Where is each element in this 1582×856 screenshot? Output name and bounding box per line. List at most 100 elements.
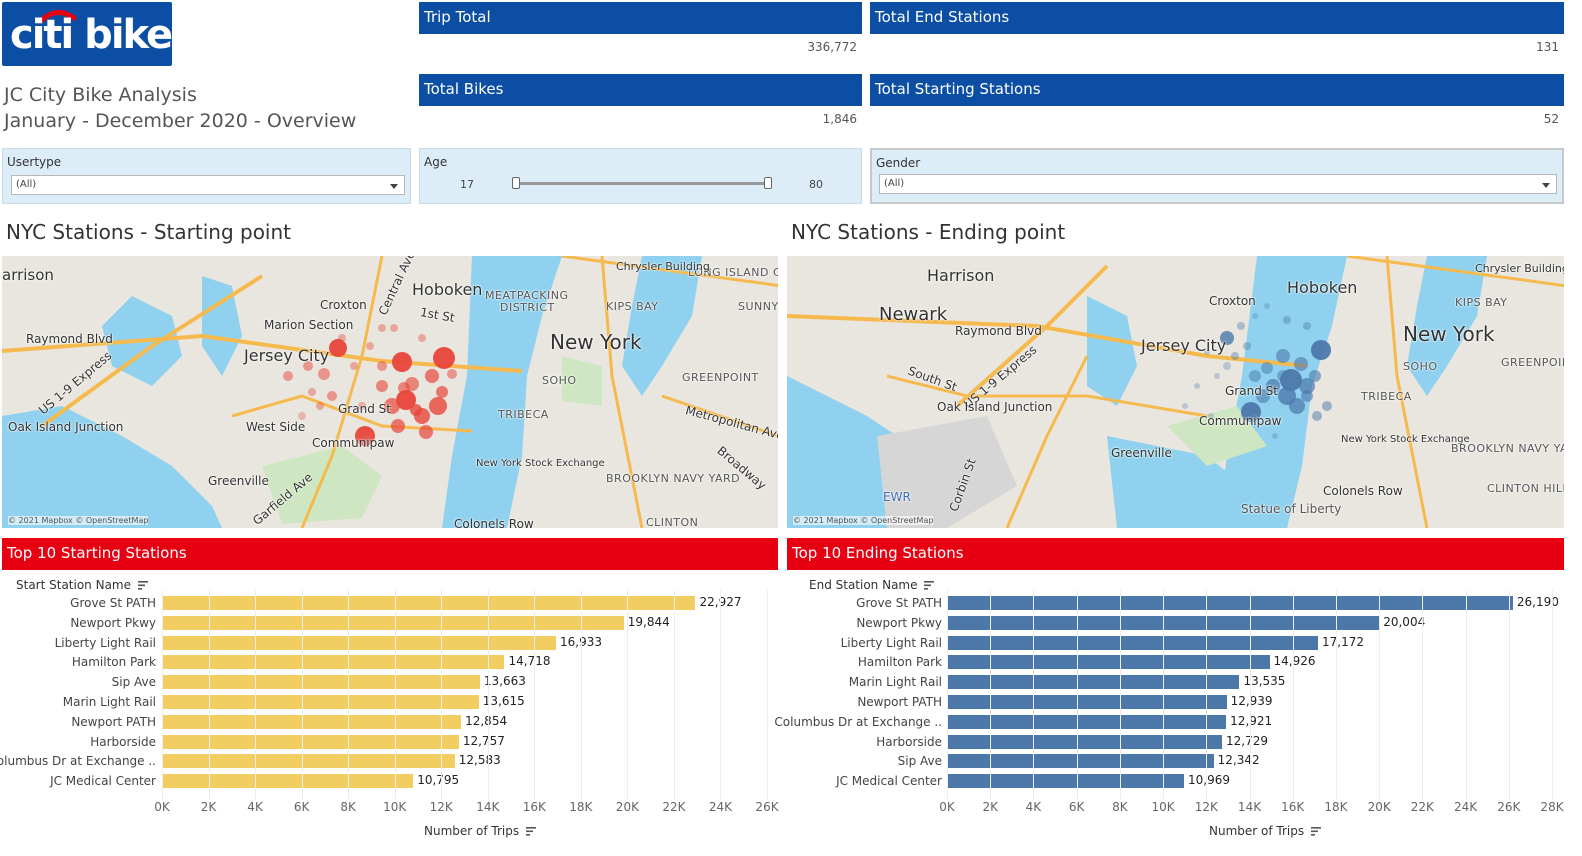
category-label: Harborside [876, 734, 942, 749]
station-marker[interactable] [1182, 403, 1188, 409]
gridline [1465, 590, 1467, 800]
bar[interactable] [162, 754, 455, 769]
station-marker[interactable] [1264, 303, 1270, 309]
station-marker[interactable] [1294, 357, 1308, 371]
age-max-handle[interactable] [764, 177, 772, 189]
bar[interactable] [162, 596, 696, 610]
map-label: Colonels Row [454, 517, 534, 528]
station-marker[interactable] [1214, 373, 1220, 379]
station-marker[interactable] [1301, 390, 1313, 402]
bar-value-label: 12,757 [462, 733, 505, 748]
map-label: KIPS BAY [606, 300, 659, 313]
station-marker[interactable] [1283, 316, 1291, 324]
category-label: Sip Ave [897, 754, 942, 769]
gridline [580, 590, 582, 800]
kpi-total-starting-stations: Total Starting Stations 52 [870, 74, 1564, 126]
station-marker[interactable] [436, 386, 448, 398]
station-marker[interactable] [327, 391, 337, 401]
category-label: Liberty Light Rail [54, 635, 156, 650]
station-marker[interactable] [419, 425, 433, 439]
dim-label-text: Start Station Name [16, 578, 132, 592]
start-stations-map[interactable]: arrison Hoboken MEATPACKING DISTRICT New… [2, 256, 778, 528]
station-marker[interactable] [433, 347, 455, 369]
bar[interactable] [947, 714, 1227, 729]
station-marker[interactable] [390, 324, 398, 332]
station-marker[interactable] [410, 404, 422, 416]
bar[interactable] [162, 774, 414, 789]
station-marker[interactable] [1303, 322, 1311, 330]
bar[interactable] [162, 675, 480, 690]
gridline [1335, 590, 1337, 800]
map-label: GREENPOINT [682, 371, 759, 384]
map-label: Greenville [208, 474, 269, 488]
station-marker[interactable] [1231, 352, 1239, 360]
station-marker[interactable] [1322, 401, 1332, 411]
station-marker[interactable] [318, 368, 330, 380]
map-label: Croxton [1209, 294, 1256, 308]
map-label: CLINTON [646, 516, 699, 528]
map-label: Newark [879, 304, 948, 325]
station-marker[interactable] [378, 324, 386, 332]
bar[interactable] [947, 774, 1184, 789]
station-marker[interactable] [1223, 362, 1231, 370]
station-marker[interactable] [1194, 383, 1200, 389]
station-marker[interactable] [398, 382, 410, 394]
station-marker[interactable] [1312, 411, 1322, 421]
x-tick-label: 16K [1281, 800, 1305, 814]
station-marker[interactable] [392, 352, 412, 372]
station-marker[interactable] [1309, 370, 1321, 382]
category-label: Hamilton Park [857, 655, 942, 670]
x-tick-label: 14K [476, 800, 500, 814]
station-marker[interactable] [298, 412, 306, 420]
station-marker[interactable] [376, 380, 388, 392]
station-marker[interactable] [418, 334, 426, 342]
station-marker[interactable] [425, 369, 439, 383]
bar[interactable] [947, 635, 1319, 650]
bar[interactable] [162, 655, 505, 670]
station-marker[interactable] [350, 362, 358, 370]
bar[interactable] [947, 695, 1227, 709]
bar[interactable] [162, 635, 557, 650]
x-tick-label: 8K [340, 800, 356, 814]
station-marker[interactable] [308, 388, 316, 396]
gridline [348, 590, 350, 800]
station-marker[interactable] [1249, 370, 1261, 382]
bar[interactable] [947, 596, 1513, 610]
station-marker[interactable] [316, 402, 324, 410]
station-marker[interactable] [429, 397, 447, 415]
station-marker[interactable] [1311, 340, 1331, 360]
bar[interactable] [947, 655, 1270, 670]
station-marker[interactable] [391, 419, 405, 433]
age-min-handle[interactable] [512, 177, 520, 189]
age-slider-track[interactable] [516, 182, 768, 185]
station-marker[interactable] [1252, 313, 1258, 319]
bar[interactable] [162, 615, 624, 630]
bar[interactable] [162, 734, 459, 749]
station-marker[interactable] [1276, 349, 1290, 363]
sort-icon[interactable] [1310, 827, 1321, 836]
station-marker[interactable] [1237, 322, 1245, 330]
station-marker[interactable] [1261, 362, 1273, 374]
station-marker[interactable] [338, 334, 346, 342]
sort-icon[interactable] [924, 581, 935, 590]
usertype-select[interactable]: (All) [11, 175, 405, 195]
bar[interactable] [162, 714, 462, 729]
sort-icon[interactable] [137, 581, 148, 590]
station-marker[interactable] [1272, 433, 1278, 439]
station-marker[interactable] [1243, 342, 1251, 350]
bar[interactable] [947, 754, 1214, 769]
map-label: BROOKLYN NAVY YARD [1451, 442, 1564, 455]
gender-select[interactable]: (All) [879, 174, 1557, 194]
station-marker[interactable] [366, 342, 374, 350]
end-stations-map[interactable]: Harrison Newark Hoboken New York Jersey … [787, 256, 1564, 528]
station-marker[interactable] [1289, 398, 1305, 414]
bar[interactable] [947, 734, 1223, 749]
sort-icon[interactable] [525, 827, 536, 836]
station-marker[interactable] [447, 369, 457, 379]
station-marker[interactable] [377, 361, 387, 371]
station-marker[interactable] [283, 371, 293, 381]
station-marker[interactable] [329, 339, 347, 357]
station-marker[interactable] [1277, 370, 1289, 382]
bar-value-label: 12,583 [458, 753, 501, 768]
citibike-logo: citi bike [2, 2, 172, 66]
